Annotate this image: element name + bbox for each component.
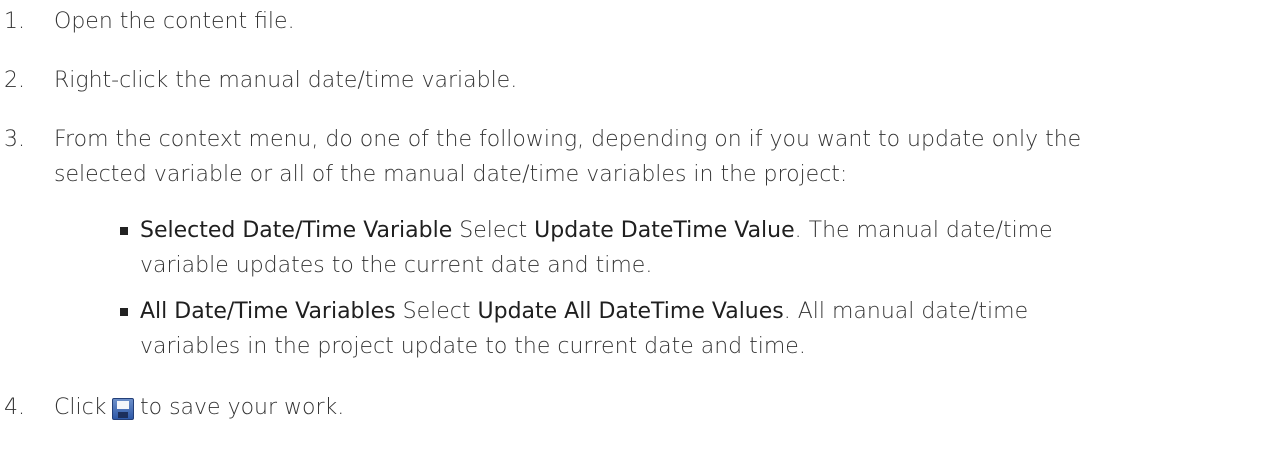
step-4-text-after: to save your work. <box>140 395 345 420</box>
bullet-icon <box>120 227 128 235</box>
step-1-text: Open the content file. <box>54 9 295 34</box>
option-selected-line-2: variable updates to the current date and… <box>140 253 653 278</box>
option-command: Update All DateTime Values <box>477 299 784 324</box>
option-term: Selected Date/Time Variable <box>140 218 453 243</box>
bullet-icon <box>120 308 128 316</box>
option-term: All Date/Time Variables <box>140 299 396 324</box>
step-3-text-line-1: From the context menu, do one of the fol… <box>54 127 1082 152</box>
option-all-line-1: All Date/Time Variables Select Update Al… <box>140 299 1028 324</box>
step-2-text: Right-click the manual date/time variabl… <box>54 68 518 93</box>
step-1-number: 1. <box>4 9 25 34</box>
save-icon <box>112 398 134 420</box>
option-desc: . The manual date/time <box>794 218 1053 243</box>
option-command: Update DateTime Value <box>534 218 795 243</box>
option-select-word: Select <box>459 218 528 243</box>
option-all-line-2: variables in the project update to the c… <box>140 334 806 359</box>
step-2-number: 2. <box>4 68 25 93</box>
option-select-word: Select <box>402 299 471 324</box>
option-desc: . All manual date/time <box>783 299 1029 324</box>
step-3-text-line-2: selected variable or all of the manual d… <box>54 162 848 187</box>
step-3-number: 3. <box>4 127 25 152</box>
step-4-number: 4. <box>4 395 25 420</box>
option-selected-line-1: Selected Date/Time Variable Select Updat… <box>140 218 1053 243</box>
step-4-text-before: Click <box>54 395 107 420</box>
